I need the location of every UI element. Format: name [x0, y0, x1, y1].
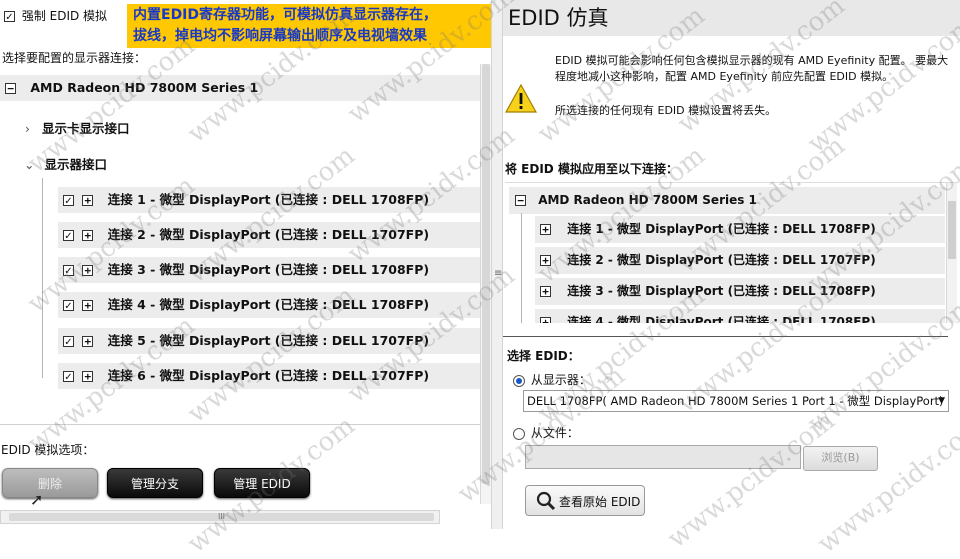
radio-unselected-icon[interactable] [513, 427, 525, 440]
from-file-label: 从文件： [530, 426, 579, 440]
checkbox-checked-icon[interactable]: ✓ [63, 336, 74, 348]
expand-icon[interactable]: + [82, 336, 94, 347]
connection-label: 连接 1 - 微型 DisplayPort (已连接 : DELL 1708FP… [567, 222, 876, 236]
expand-icon[interactable]: + [540, 255, 551, 266]
checkbox-checked-icon[interactable]: ✓ [63, 300, 74, 312]
connection-label: 连接 3 - 微型 DisplayPort (已连接 : DELL 1708FP… [567, 284, 876, 298]
magnifier-icon [536, 491, 556, 511]
hscroll-thumb[interactable]: III [9, 513, 434, 521]
chevron-down-icon[interactable]: ⌄ [24, 157, 34, 172]
tree-node-card-ports[interactable]: › 显示卡显示接口 [0, 116, 488, 142]
connection-label: 连接 3 - 微型 DisplayPort (已连接 : DELL 1708FP… [107, 262, 430, 277]
apply-connection-row-1[interactable]: + 连接 1 - 微型 DisplayPort (已连接 : DELL 1708… [535, 216, 945, 243]
mouse-cursor-icon: ➚ [30, 490, 44, 509]
delete-button[interactable]: 删除 [2, 468, 98, 498]
right-pane: EDID 仿真 EDID 模拟可能会影响任何包含模拟显示器的现有 AMD Eye… [503, 0, 960, 529]
apply-connection-row-3[interactable]: + 连接 3 - 微型 DisplayPort (已连接 : DELL 1708… [535, 278, 945, 305]
checkbox-checked-icon: ✓ [4, 11, 15, 23]
connection-label: 连接 4 - 微型 DisplayPort (已连接 : DELL 1708FP… [107, 297, 430, 312]
browse-button[interactable]: 浏览(B) [803, 446, 878, 471]
connection-row-1[interactable]: ✓ + 连接 1 - 微型 DisplayPort (已连接 : DELL 17… [58, 187, 488, 213]
dropdown-arrow-icon[interactable]: ▼ [938, 391, 945, 411]
force-edid-label: 强制 EDID 模拟 [21, 9, 108, 23]
connection-row-5[interactable]: ✓ + 连接 5 - 微型 DisplayPort (已连接 : DELL 17… [58, 328, 488, 354]
page-title: EDID 仿真 [503, 0, 960, 36]
connection-label: 连接 1 - 微型 DisplayPort (已连接 : DELL 1708FP… [107, 192, 430, 207]
select-edid-label: 选择 EDID： [507, 349, 580, 363]
expand-icon[interactable]: + [82, 195, 94, 206]
display-select[interactable]: DELL 1708FP( AMD Radeon HD 7800M Series … [523, 390, 949, 412]
chevron-right-icon[interactable]: › [25, 121, 30, 136]
apply-connection-row-2[interactable]: + 连接 2 - 微型 DisplayPort (已连接 : DELL 1707… [535, 247, 945, 274]
divider [503, 336, 948, 337]
scrollbar-thumb[interactable] [482, 64, 490, 484]
connection-label: 连接 4 - 微型 DisplayPort (已连接 : DELL 1708FP… [567, 315, 876, 323]
gpu-label: AMD Radeon HD 7800M Series 1 [30, 80, 259, 95]
apply-to-label: 将 EDID 模拟应用至以下连接： [505, 162, 678, 176]
warning-icon [504, 83, 538, 114]
tree-node-display-ports[interactable]: ⌄ 显示器接口 [0, 152, 488, 178]
splitter-grip-icon: ≡ [494, 268, 503, 279]
apply-connection-row-4[interactable]: + 连接 4 - 微型 DisplayPort (已连接 : DELL 1708… [535, 309, 945, 323]
file-path-input[interactable] [525, 445, 801, 469]
banner-line-1: 内置EDID寄存器功能，可模拟仿真显示器存在， [133, 7, 438, 23]
expand-icon[interactable]: + [82, 300, 94, 311]
connection-label: 连接 2 - 微型 DisplayPort (已连接 : DELL 1707FP… [107, 227, 430, 242]
checkbox-checked-icon[interactable]: ✓ [63, 371, 74, 383]
view-original-edid-label: 查看原始 EDID [559, 495, 641, 509]
right-list-scrollbar[interactable] [946, 183, 957, 323]
expand-icon[interactable]: + [82, 371, 94, 382]
expand-icon[interactable]: + [82, 265, 94, 276]
edid-options-label: EDID 模拟选项： [1, 443, 95, 457]
banner-line-2: 拔线，掉电均不影响屏幕输出顺序及电视墙效果 [133, 28, 427, 44]
checkbox-checked-icon[interactable]: ✓ [63, 265, 74, 277]
divider [0, 424, 480, 425]
radio-selected-icon[interactable] [513, 374, 525, 387]
tree-gpu-node[interactable]: − AMD Radeon HD 7800M Series 1 [0, 75, 488, 101]
tree-line [521, 213, 522, 323]
display-select-value: DELL 1708FP( AMD Radeon HD 7800M Series … [527, 394, 944, 408]
pane-splitter[interactable]: ≡ [491, 0, 503, 529]
promo-banner: 内置EDID寄存器功能，可模拟仿真显示器存在， 拔线，掉电均不影响屏幕输出顺序及… [127, 4, 499, 48]
apply-connections-list[interactable]: − AMD Radeon HD 7800M Series 1 + 连接 1 - … [505, 182, 957, 323]
collapse-icon[interactable]: − [5, 83, 16, 94]
view-original-edid-button[interactable]: 查看原始 EDID [525, 485, 645, 516]
expand-icon[interactable]: + [540, 224, 551, 235]
warning-text: EDID 模拟可能会影响任何包含模拟显示器的现有 AMD Eyefinity 配… [555, 54, 949, 83]
node-card-ports-label: 显示卡显示接口 [41, 121, 130, 136]
scrollbar-thumb[interactable] [948, 201, 956, 259]
connection-label: 连接 6 - 微型 DisplayPort (已连接 : DELL 1707FP… [107, 368, 430, 383]
left-pane: ✓ 强制 EDID 模拟 内置EDID寄存器功能，可模拟仿真显示器存在， 拔线，… [0, 0, 499, 529]
connection-row-4[interactable]: ✓ + 连接 4 - 微型 DisplayPort (已连接 : DELL 17… [58, 292, 488, 318]
left-vertical-scrollbar[interactable] [480, 64, 491, 504]
connection-row-3[interactable]: ✓ + 连接 3 - 微型 DisplayPort (已连接 : DELL 17… [58, 257, 488, 283]
from-file-radio[interactable]: 从文件： [513, 424, 579, 441]
connection-row-6[interactable]: ✓ + 连接 6 - 微型 DisplayPort (已连接 : DELL 17… [58, 363, 488, 389]
from-display-radio[interactable]: 从显示器： [513, 371, 591, 388]
tree-line [42, 178, 43, 378]
node-display-ports-label: 显示器接口 [44, 157, 107, 172]
connection-label: 连接 5 - 微型 DisplayPort (已连接 : DELL 1707FP… [107, 333, 430, 348]
expand-icon[interactable]: + [540, 286, 551, 297]
left-horizontal-scrollbar[interactable]: III [0, 510, 440, 524]
checkbox-checked-icon[interactable]: ✓ [63, 195, 74, 207]
force-edid-checkbox[interactable]: ✓ 强制 EDID 模拟 [4, 7, 107, 24]
connection-row-2[interactable]: ✓ + 连接 2 - 微型 DisplayPort (已连接 : DELL 17… [58, 222, 488, 248]
connection-label: 连接 2 - 微型 DisplayPort (已连接 : DELL 1707FP… [567, 253, 876, 267]
expand-icon[interactable]: + [82, 230, 94, 241]
tree-gpu-node[interactable]: − AMD Radeon HD 7800M Series 1 [509, 187, 945, 214]
checkbox-checked-icon[interactable]: ✓ [63, 230, 74, 242]
manage-edid-button[interactable]: 管理 EDID [214, 468, 310, 498]
gpu-label: AMD Radeon HD 7800M Series 1 [538, 193, 757, 207]
expand-icon[interactable]: + [540, 317, 551, 323]
collapse-icon[interactable]: − [515, 195, 526, 206]
manage-split-button[interactable]: 管理分支 [107, 468, 203, 498]
warning-text-2: 所选连接的任何现有 EDID 模拟设置将丢失。 [555, 104, 777, 117]
select-connection-label: 选择要配置的显示器连接： [2, 51, 147, 65]
from-display-label: 从显示器： [530, 373, 591, 387]
